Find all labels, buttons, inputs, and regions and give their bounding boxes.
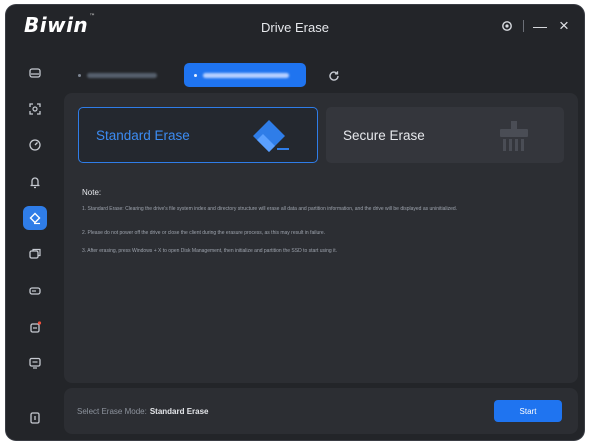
sidebar-item-clone[interactable] [23, 242, 47, 266]
device-name-redacted [87, 72, 157, 78]
sidebar-item-erase[interactable] [23, 206, 47, 230]
window-controls: — × [499, 16, 572, 35]
alert-icon [30, 177, 40, 189]
selected-mode-status: Select Erase Mode: Standard Erase [77, 407, 209, 416]
exit-icon [30, 412, 40, 424]
device-tab-1[interactable] [68, 63, 172, 87]
note-line-2: 2. Please do not power off the drive or … [82, 230, 326, 236]
note-line-3: 3. After erasing, press Windows + X to o… [82, 248, 337, 254]
erase-panel: Standard Erase Secure Erase Note: 1. Sta… [64, 93, 578, 383]
mode-status-label: Select Erase Mode: [77, 407, 147, 416]
refresh-button[interactable] [324, 66, 344, 86]
eraser-icon [29, 212, 41, 225]
gear-icon [502, 21, 512, 31]
settings-button[interactable] [499, 17, 515, 35]
mode-status-value: Standard Erase [149, 407, 209, 416]
title-bar: Biwin™ Drive Erase — × [6, 5, 584, 49]
sidebar-item-exit[interactable] [23, 406, 47, 430]
secure-erase-label: Secure Erase [343, 127, 425, 143]
sidebar-item-update[interactable] [23, 315, 47, 339]
sidebar-item-scan[interactable] [23, 97, 47, 121]
device-tab-2[interactable] [184, 63, 306, 87]
sidebar-item-firmware[interactable] [23, 279, 47, 303]
title-separator [523, 20, 524, 32]
firmware-icon [29, 287, 41, 295]
sidebar-item-speed[interactable] [23, 133, 47, 157]
standard-erase-label: Standard Erase [96, 127, 190, 143]
eraser-icon [253, 120, 289, 152]
device-status-dot [194, 73, 197, 77]
note-line-1: 1. Standard Erase: Clearing the drive's … [82, 206, 458, 212]
note-title: Note: [82, 188, 102, 197]
message-icon [29, 357, 41, 369]
app-window: Biwin™ Drive Erase — × Standard Erase Se… [6, 5, 584, 440]
sidebar-item-health[interactable] [23, 170, 47, 194]
close-button[interactable]: × [556, 16, 572, 35]
clone-icon [29, 248, 41, 259]
drive-icon [29, 68, 41, 78]
standard-erase-option[interactable]: Standard Erase [78, 107, 318, 163]
device-name-redacted [203, 72, 289, 78]
scan-icon [29, 103, 41, 115]
action-bar: Select Erase Mode: Standard Erase Start [64, 388, 578, 434]
sidebar-item-feedback[interactable] [23, 351, 47, 375]
secure-erase-option[interactable]: Secure Erase [326, 107, 564, 163]
window-title: Drive Erase [261, 20, 329, 35]
sidebar [6, 49, 64, 440]
refresh-icon [329, 71, 339, 81]
minimize-button[interactable]: — [532, 17, 548, 35]
update-icon [30, 321, 42, 333]
sidebar-item-drive[interactable] [23, 61, 47, 85]
start-button[interactable]: Start [494, 400, 562, 422]
shredder-icon [500, 121, 528, 151]
gauge-icon [29, 139, 41, 151]
device-status-dot [78, 73, 81, 77]
